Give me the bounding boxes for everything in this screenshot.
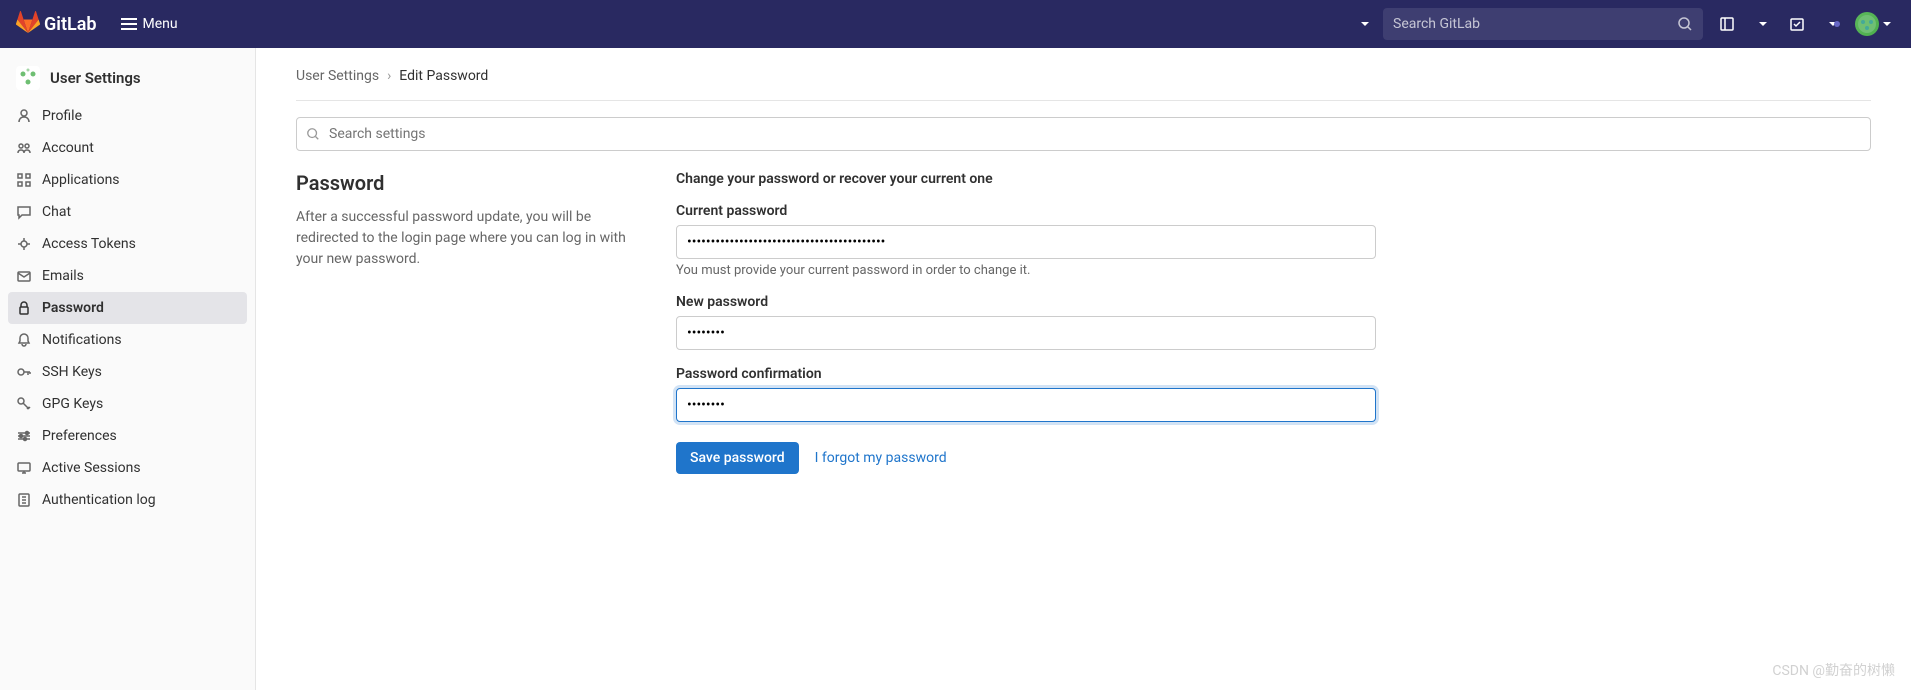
sidebar-item-ssh-keys[interactable]: SSH Keys <box>0 356 255 388</box>
search-icon <box>306 127 320 141</box>
sidebar-item-label: Notifications <box>42 332 122 348</box>
gitlab-logo[interactable]: GitLab <box>16 10 97 39</box>
sidebar-item-label: Active Sessions <box>42 460 141 476</box>
sidebar-item-label: Emails <box>42 268 84 284</box>
sidebar-item-account[interactable]: Account <box>0 132 255 164</box>
current-password-label: Current password <box>676 203 1376 219</box>
header-right <box>1353 8 1895 40</box>
notification-dot <box>1834 21 1840 27</box>
apps-icon <box>16 172 32 188</box>
sidebar-item-label: Profile <box>42 108 82 124</box>
search-input[interactable] <box>1393 16 1677 32</box>
sidebar-item-gpg-keys[interactable]: GPG Keys <box>0 388 255 420</box>
section-title: Password <box>296 171 636 195</box>
sidebar-item-notifications[interactable]: Notifications <box>0 324 255 356</box>
user-icon <box>16 108 32 124</box>
section-intro: Password After a successful password upd… <box>296 171 636 474</box>
sidebar: User Settings Profile Account Applicatio… <box>0 48 256 690</box>
global-search[interactable] <box>1383 8 1703 40</box>
settings-avatar-icon <box>16 66 40 90</box>
account-icon <box>16 140 32 156</box>
sidebar-item-preferences[interactable]: Preferences <box>0 420 255 452</box>
new-password-label: New password <box>676 294 1376 310</box>
chevron-down-icon <box>1883 22 1891 26</box>
new-password-group: New password <box>676 294 1376 350</box>
password-form: Change your password or recover your cur… <box>676 171 1376 474</box>
chat-icon <box>16 204 32 220</box>
breadcrumb-parent[interactable]: User Settings <box>296 68 379 84</box>
user-avatar <box>1855 12 1879 36</box>
new-password-input[interactable] <box>676 316 1376 350</box>
sidebar-item-label: GPG Keys <box>42 396 103 412</box>
section-description: After a successful password update, you … <box>296 207 636 270</box>
current-password-group: Current password You must provide your c… <box>676 203 1376 278</box>
user-menu[interactable] <box>1851 8 1895 40</box>
forgot-password-link[interactable]: I forgot my password <box>815 450 947 466</box>
sidebar-item-password[interactable]: Password <box>8 292 247 324</box>
form-actions: Save password I forgot my password <box>676 442 1376 474</box>
confirm-password-input[interactable] <box>676 388 1376 422</box>
password-section: Password After a successful password upd… <box>296 171 1871 474</box>
search-settings <box>296 117 1871 151</box>
issues-link[interactable] <box>1711 8 1743 40</box>
sidebar-header[interactable]: User Settings <box>0 56 255 100</box>
search-icon <box>1677 16 1693 32</box>
sidebar-item-label: Preferences <box>42 428 117 444</box>
gitlab-icon <box>16 10 40 39</box>
issues-icon <box>1719 16 1735 32</box>
page-layout: User Settings Profile Account Applicatio… <box>0 48 1911 690</box>
main-content: User Settings › Edit Password Password A… <box>256 48 1911 690</box>
menu-label: Menu <box>143 16 178 32</box>
key-icon <box>16 364 32 380</box>
sidebar-item-chat[interactable]: Chat <box>0 196 255 228</box>
sidebar-item-emails[interactable]: Emails <box>0 260 255 292</box>
current-password-help: You must provide your current password i… <box>676 263 1376 278</box>
todo-icon <box>1789 16 1805 32</box>
merge-requests-dropdown[interactable] <box>1751 18 1773 30</box>
search-settings-input[interactable] <box>296 117 1871 151</box>
sidebar-item-label: Access Tokens <box>42 236 136 252</box>
sessions-icon <box>16 460 32 476</box>
form-heading: Change your password or recover your cur… <box>676 171 1376 187</box>
sidebar-title: User Settings <box>50 69 141 87</box>
new-dropdown[interactable] <box>1353 18 1375 30</box>
sidebar-item-applications[interactable]: Applications <box>0 164 255 196</box>
menu-button[interactable]: Menu <box>113 10 186 38</box>
prefs-icon <box>16 428 32 444</box>
brand-text: GitLab <box>44 14 97 35</box>
breadcrumb: User Settings › Edit Password <box>296 68 1871 101</box>
breadcrumb-separator: › <box>387 68 391 84</box>
top-header: GitLab Menu <box>0 0 1911 48</box>
save-password-button[interactable]: Save password <box>676 442 799 474</box>
token-icon <box>16 236 32 252</box>
authlog-icon <box>16 492 32 508</box>
hamburger-icon <box>121 18 137 30</box>
mail-icon <box>16 268 32 284</box>
sidebar-item-active-sessions[interactable]: Active Sessions <box>0 452 255 484</box>
sidebar-item-label: Applications <box>42 172 120 188</box>
sidebar-item-label: SSH Keys <box>42 364 102 380</box>
sidebar-item-label: Authentication log <box>42 492 156 508</box>
sidebar-item-profile[interactable]: Profile <box>0 100 255 132</box>
breadcrumb-current: Edit Password <box>399 68 488 84</box>
chevron-down-icon <box>1759 22 1767 26</box>
confirm-password-group: Password confirmation <box>676 366 1376 422</box>
current-password-input[interactable] <box>676 225 1376 259</box>
sidebar-item-auth-log[interactable]: Authentication log <box>0 484 255 516</box>
bell-icon <box>16 332 32 348</box>
sidebar-item-access-tokens[interactable]: Access Tokens <box>0 228 255 260</box>
sidebar-item-label: Chat <box>42 204 71 220</box>
gpg-key-icon <box>16 396 32 412</box>
confirm-password-label: Password confirmation <box>676 366 1376 382</box>
todos-link[interactable] <box>1781 8 1813 40</box>
chevron-down-icon <box>1361 22 1369 26</box>
sidebar-item-label: Password <box>42 300 104 316</box>
sidebar-item-label: Account <box>42 140 94 156</box>
lock-icon <box>16 300 32 316</box>
help-dropdown[interactable] <box>1821 18 1843 30</box>
